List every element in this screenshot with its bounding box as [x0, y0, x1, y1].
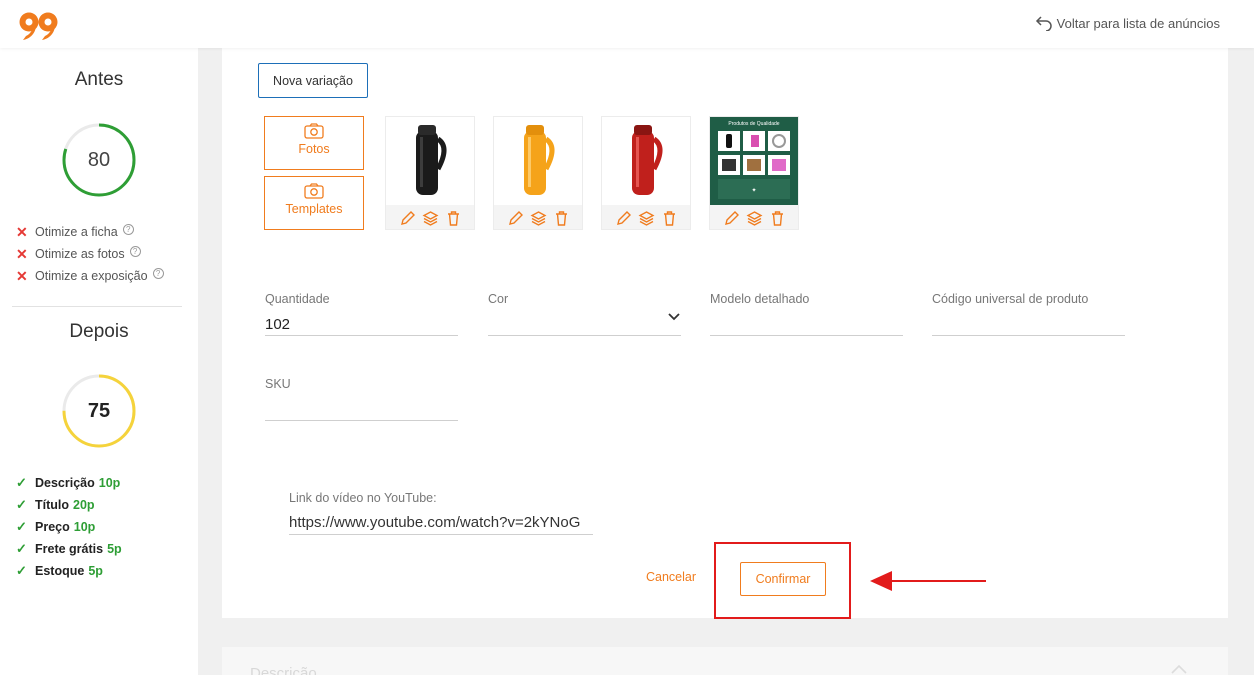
chevron-down-icon[interactable]: [667, 312, 681, 322]
trash-icon[interactable]: [445, 210, 462, 227]
svg-text:✦: ✦: [751, 187, 756, 194]
templates-label: Templates: [285, 202, 343, 216]
add-photos-button[interactable]: Fotos: [264, 116, 364, 170]
youtube-link-label: Link do vídeo no YouTube:: [289, 491, 437, 505]
description-section[interactable]: Descrição: [222, 647, 1228, 675]
black-thermos-image: [386, 117, 474, 205]
help-icon[interactable]: ?: [122, 223, 134, 235]
layers-icon[interactable]: [530, 210, 547, 227]
svg-text:Produtos de Qualidade: Produtos de Qualidade: [728, 121, 779, 127]
upc-label: Código universal de produto: [932, 292, 1089, 306]
trash-icon[interactable]: [769, 210, 786, 227]
variation-card: Nova variação Fotos Templates Produtos d…: [222, 48, 1228, 619]
field-underline: [488, 335, 681, 336]
field-underline: [932, 335, 1125, 336]
field-underline: [265, 420, 458, 421]
thumbnail-actions: [386, 206, 474, 230]
camera-icon: [304, 123, 324, 139]
help-icon[interactable]: ?: [129, 245, 141, 257]
field-underline: [710, 335, 903, 336]
check-icon: ✓: [16, 497, 27, 512]
cancel-button[interactable]: Cancelar: [646, 570, 696, 584]
pencil-icon[interactable]: [723, 210, 740, 227]
photo-thumbnail[interactable]: Produtos de Qualidade ✦: [709, 116, 799, 230]
photo-thumbnail[interactable]: [385, 116, 475, 230]
trash-icon[interactable]: [553, 210, 570, 227]
points-item: ✓ Preço 10p: [16, 519, 96, 534]
color-select[interactable]: Cor: [488, 292, 681, 337]
before-score-gauge: 80: [61, 122, 137, 198]
thumbnail-actions: [602, 206, 690, 230]
x-icon: ✕: [16, 223, 28, 240]
criterion-item: ✕ Otimize a exposição?: [16, 265, 164, 287]
photo-thumbnail[interactable]: [601, 116, 691, 230]
sidebar-divider: [12, 306, 182, 307]
x-icon: ✕: [16, 267, 28, 284]
back-arrow-icon: [1035, 16, 1052, 31]
pencil-icon[interactable]: [507, 210, 524, 227]
layers-icon[interactable]: [746, 210, 763, 227]
points-item: ✓ Título 20p: [16, 497, 95, 512]
back-link-label: Voltar para lista de anúncios: [1056, 15, 1220, 31]
points-item: ✓ Descrição 10p: [16, 475, 121, 490]
check-icon: ✓: [16, 475, 27, 490]
color-label: Cor: [488, 292, 509, 306]
top-bar: Voltar para lista de anúncios: [0, 0, 1254, 48]
criterion-item: ✕ Otimize as fotos?: [16, 243, 164, 265]
x-icon: ✕: [16, 245, 28, 262]
red-thermos-image: [602, 117, 690, 205]
points-item: ✓ Estoque 5p: [16, 563, 103, 578]
99-logo-icon[interactable]: [18, 11, 60, 41]
check-icon: ✓: [16, 519, 27, 534]
sku-field[interactable]: SKU: [265, 377, 458, 422]
layers-icon[interactable]: [638, 210, 655, 227]
trash-icon[interactable]: [661, 210, 678, 227]
after-score-value: 75: [87, 400, 111, 422]
after-points-list: ✓ Descrição 10p ✓ Título 20p ✓ Preço 10p ✓ Fret…: [16, 472, 122, 582]
new-variation-button[interactable]: Nova variação: [258, 63, 368, 98]
before-score-value: 80: [87, 149, 111, 171]
photo-thumbnail[interactable]: [493, 116, 583, 230]
model-label: Modelo detalhado: [710, 292, 810, 306]
check-icon: ✓: [16, 563, 27, 578]
upc-field[interactable]: Código universal de produto: [932, 292, 1125, 337]
thumbnail-actions: [494, 206, 582, 230]
pointer-arrow-icon: [870, 571, 986, 591]
quantity-input[interactable]: 102: [265, 316, 290, 333]
pencil-icon[interactable]: [615, 210, 632, 227]
photos-label: Fotos: [298, 142, 330, 156]
criterion-item: ✕ Otimize a ficha?: [16, 221, 164, 243]
camera-icon: [304, 183, 324, 199]
field-underline: [265, 335, 458, 336]
quantity-label: Quantidade: [265, 292, 330, 306]
chevron-up-icon[interactable]: [1170, 663, 1188, 675]
back-to-listings-link[interactable]: Voltar para lista de anúncios: [1035, 15, 1220, 31]
points-item: ✓ Frete grátis 5p: [16, 541, 122, 556]
before-criteria-list: ✕ Otimize a ficha? ✕ Otimize as fotos? ✕ Ot…: [16, 221, 164, 287]
pencil-icon[interactable]: [399, 210, 416, 227]
after-score-gauge: 75: [61, 373, 137, 449]
layers-icon[interactable]: [422, 210, 439, 227]
description-section-title: Descrição: [250, 665, 317, 675]
after-title: Depois: [69, 321, 129, 342]
confirm-highlight-box: [714, 542, 851, 619]
check-icon: ✓: [16, 541, 27, 556]
before-title: Antes: [74, 69, 124, 90]
model-field[interactable]: Modelo detalhado: [710, 292, 903, 337]
yellow-thermos-image: [494, 117, 582, 205]
youtube-link-input[interactable]: https://www.youtube.com/watch?v=2kYNoG: [289, 514, 593, 535]
help-icon[interactable]: ?: [152, 267, 164, 279]
quality-products-collage-image: Produtos de Qualidade ✦: [710, 117, 798, 205]
add-templates-button[interactable]: Templates: [264, 176, 364, 230]
thumbnail-actions: [710, 206, 798, 230]
score-sidebar: Antes 80 ✕ Otimize a ficha? ✕ Otimize as f…: [0, 48, 198, 675]
quantity-field[interactable]: Quantidade 102: [265, 292, 458, 337]
sku-label: SKU: [265, 377, 291, 391]
